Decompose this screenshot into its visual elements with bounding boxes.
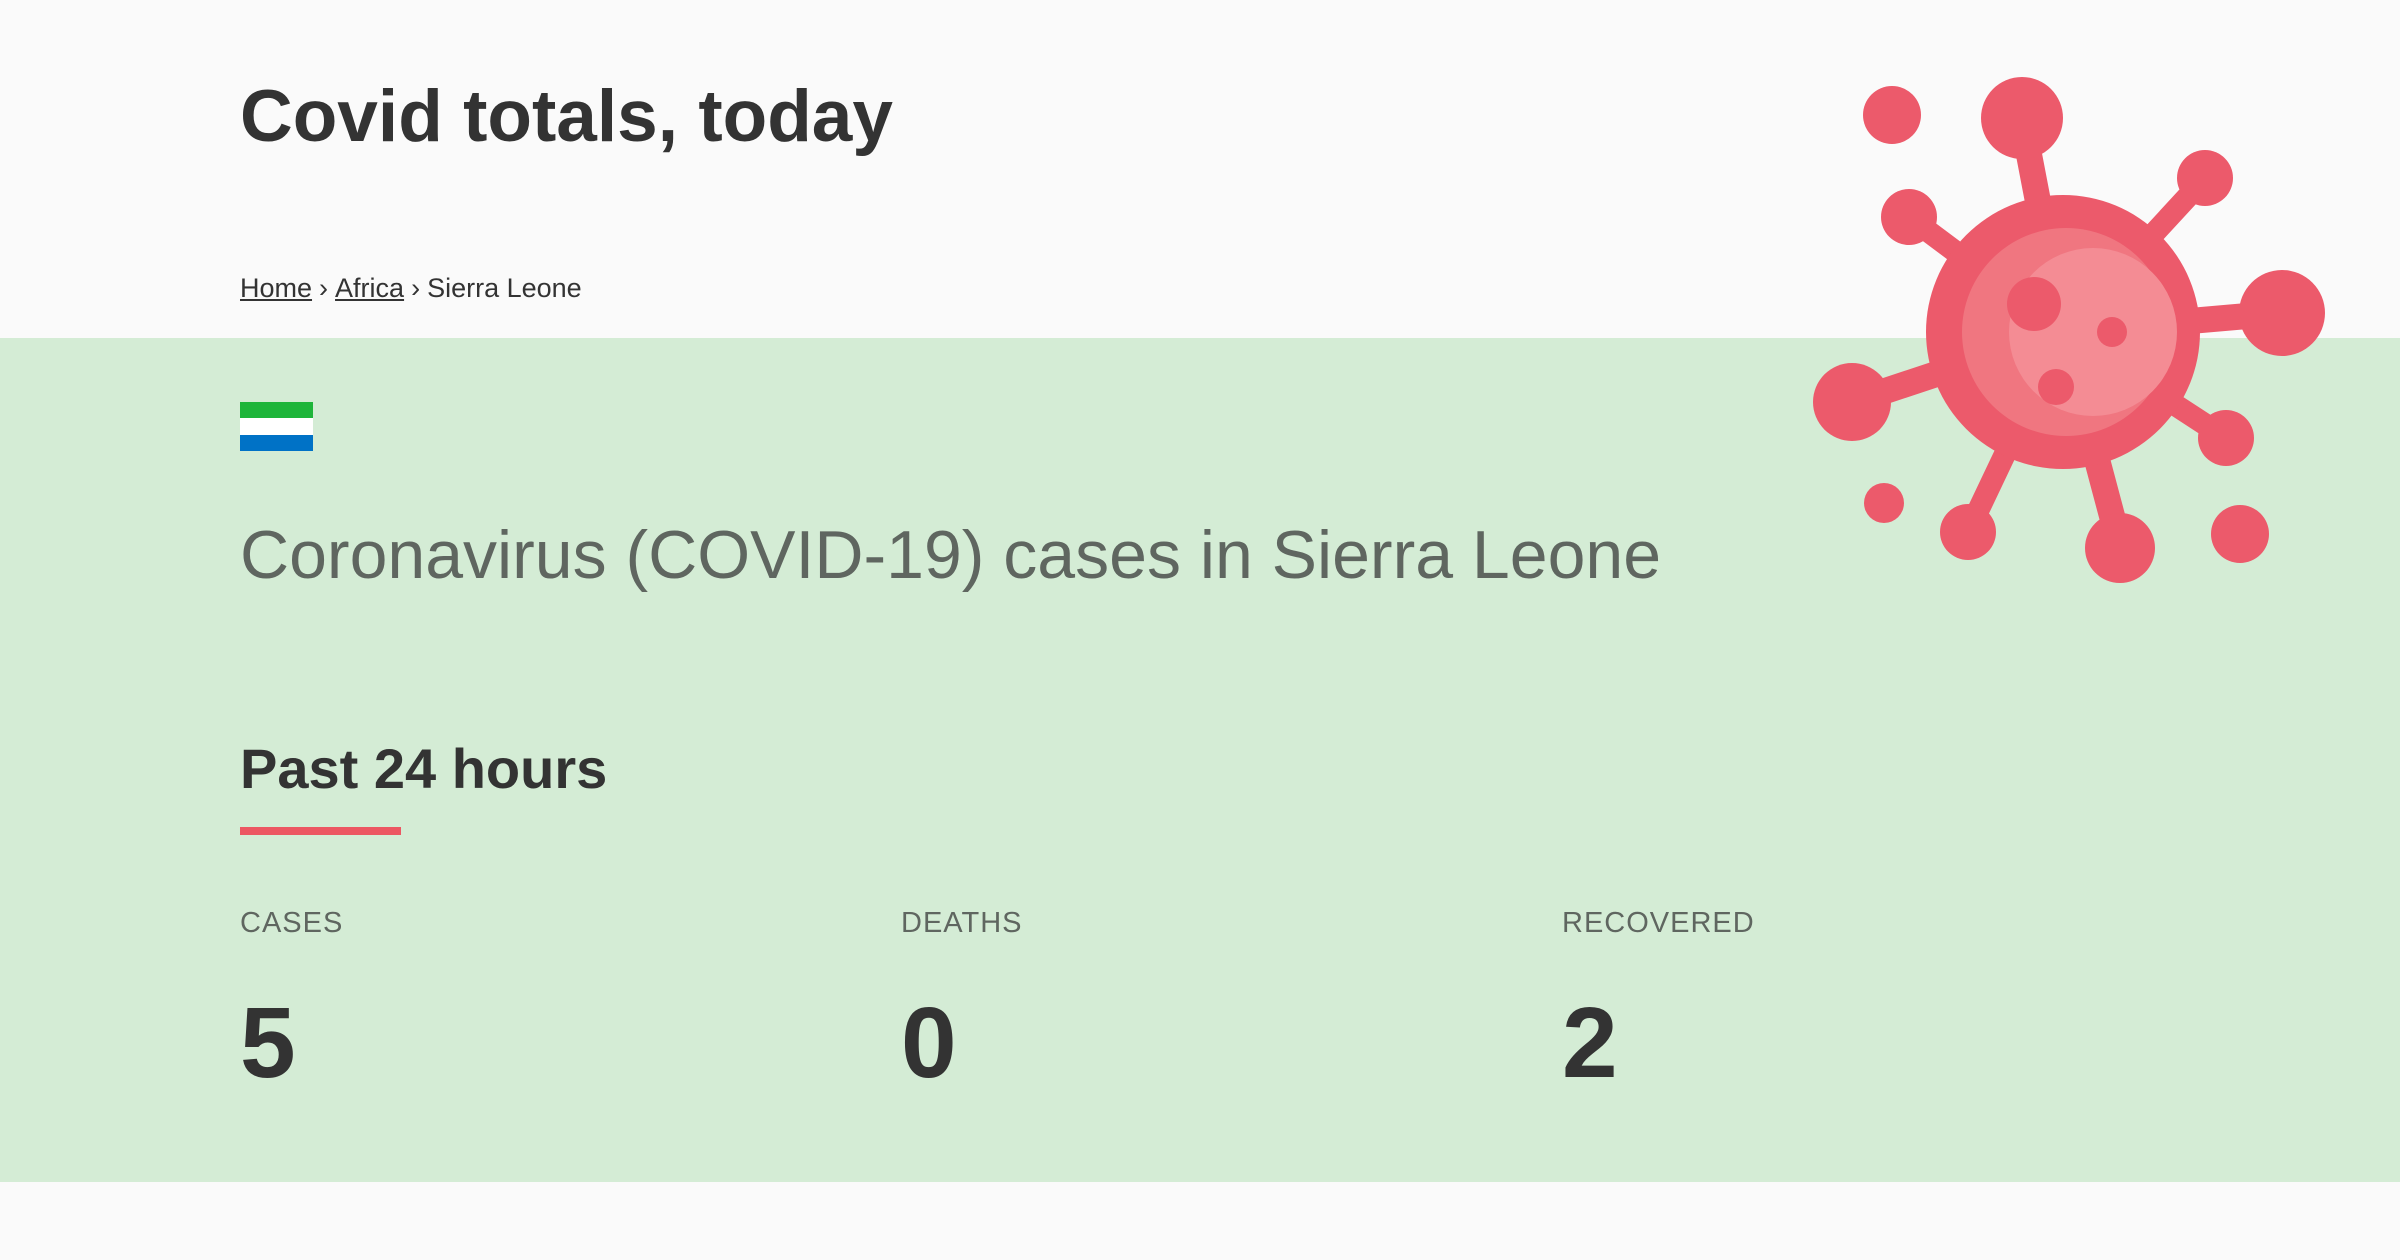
stat-deaths-label: DEATHS [901, 907, 1023, 939]
stat-cases: CASES 5 [240, 903, 343, 1098]
title-underline [240, 827, 401, 835]
stat-recovered: RECOVERED 2 [1562, 903, 1755, 1098]
virus-icon [1813, 77, 2325, 583]
flag-stripe-white [240, 418, 313, 435]
stat-deaths-value: 0 [901, 987, 957, 1099]
stat-recovered-label: RECOVERED [1562, 907, 1755, 939]
breadcrumb-home-link[interactable]: Home [240, 273, 312, 303]
stat-cases-label: CASES [240, 907, 344, 939]
breadcrumb-separator: › [411, 273, 421, 303]
site-title: Covid totals, today [240, 76, 894, 157]
stat-deaths: DEATHS 0 [901, 903, 1022, 1098]
stat-cases-value: 5 [240, 987, 296, 1099]
breadcrumb: Home › Africa › Sierra Leone [240, 268, 582, 308]
period-title: Past 24 hours [240, 737, 608, 800]
country-heading: Coronavirus (COVID-19) cases in Sierra L… [240, 517, 1662, 593]
flag-stripe-green [240, 402, 313, 419]
breadcrumb-current: Sierra Leone [427, 273, 582, 303]
flag-stripe-blue [240, 434, 313, 451]
sierra-leone-flag-icon [240, 402, 313, 451]
stat-recovered-value: 2 [1562, 987, 1618, 1099]
breadcrumb-separator: › [319, 273, 329, 303]
page: Covid totals, today Home › Africa › Sierra L… [0, 0, 2400, 1260]
breadcrumb-africa-link[interactable]: Africa [335, 273, 404, 303]
